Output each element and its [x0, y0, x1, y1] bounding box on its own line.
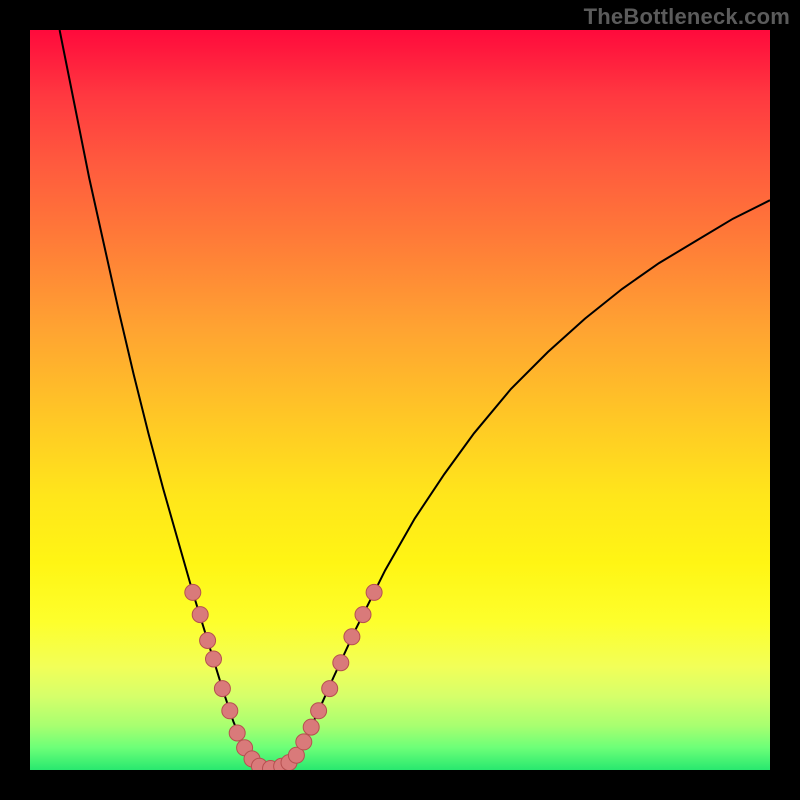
- marker-dot: [296, 734, 312, 750]
- marker-dot: [311, 703, 327, 719]
- watermark-text: TheBottleneck.com: [584, 4, 790, 30]
- marker-dot: [303, 719, 319, 735]
- marker-dot: [355, 607, 371, 623]
- marker-dot: [366, 584, 382, 600]
- chart-frame: TheBottleneck.com: [0, 0, 800, 800]
- marker-dot: [344, 629, 360, 645]
- marker-dot: [333, 655, 349, 671]
- marker-dot: [222, 703, 238, 719]
- marker-dot: [322, 681, 338, 697]
- plot-area: [30, 30, 770, 770]
- marker-dot: [206, 651, 222, 667]
- curve-markers: [185, 584, 382, 770]
- marker-dot: [229, 725, 245, 741]
- marker-dot: [214, 681, 230, 697]
- bottleneck-curve-svg: [30, 30, 770, 770]
- bottleneck-curve: [60, 30, 770, 769]
- marker-dot: [200, 633, 216, 649]
- marker-dot: [185, 584, 201, 600]
- marker-dot: [192, 607, 208, 623]
